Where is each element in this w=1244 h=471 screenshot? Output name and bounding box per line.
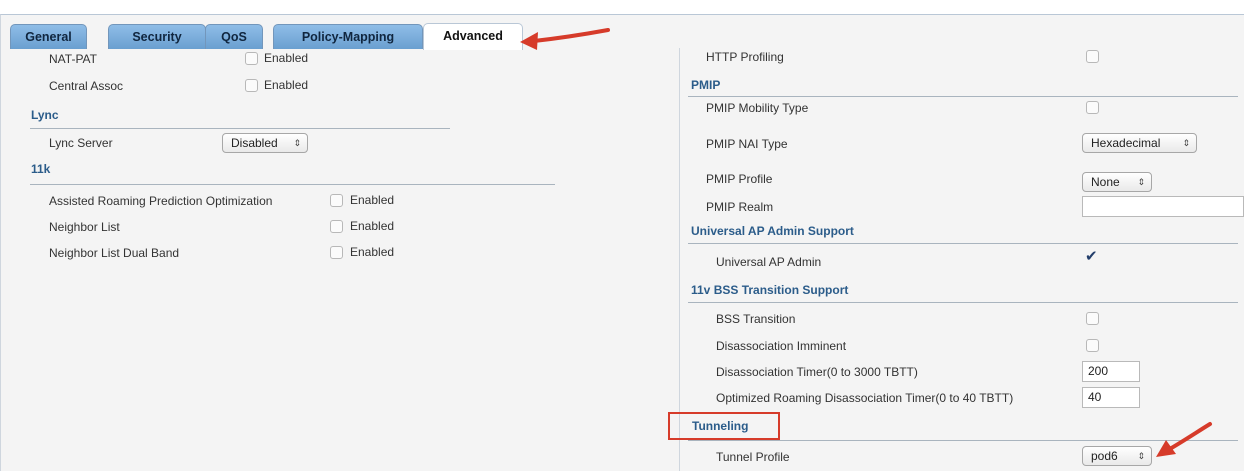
disassociation-timer-input[interactable]: 200 — [1082, 361, 1140, 382]
updown-arrow-icon: ⇕ — [1182, 138, 1190, 148]
nat-pat-label: NAT-PAT — [49, 52, 97, 66]
bss-transition-checkbox[interactable] — [1086, 312, 1099, 325]
lync-server-value: Disabled — [231, 136, 278, 150]
neighbor-list-dual-band-label: Neighbor List Dual Band — [49, 246, 180, 260]
central-assoc-checkbox[interactable] — [245, 79, 258, 92]
pmip-nai-type-label: PMIP NAI Type — [706, 137, 788, 151]
nat-pat-checkbox[interactable] — [245, 52, 258, 65]
optimized-roaming-timer-label: Optimized Roaming Disassociation Timer(0… — [716, 391, 1014, 405]
tab-policy-mapping[interactable]: Policy-Mapping — [273, 24, 423, 49]
divider — [688, 302, 1238, 303]
http-profiling-label: HTTP Profiling — [706, 50, 784, 64]
pmip-profile-select[interactable]: None ⇕ — [1082, 172, 1152, 192]
assisted-roaming-checkbox[interactable] — [330, 194, 343, 207]
http-profiling-checkbox[interactable] — [1086, 50, 1099, 63]
section-lync: Lync — [31, 108, 59, 122]
divider — [688, 243, 1238, 244]
tunnel-profile-label: Tunnel Profile — [716, 450, 790, 464]
tunnel-profile-value: pod6 — [1091, 449, 1118, 463]
pmip-profile-label: PMIP Profile — [706, 172, 773, 186]
section-universal-ap-admin: Universal AP Admin Support — [691, 224, 854, 238]
disassociation-timer-label: Disassociation Timer(0 to 3000 TBTT) — [716, 365, 918, 379]
tab-general[interactable]: General — [10, 24, 87, 49]
nat-pat-value: Enabled — [264, 51, 309, 65]
tab-qos[interactable]: QoS — [205, 24, 263, 49]
neighbor-list-value: Enabled — [350, 219, 395, 233]
neighbor-list-checkbox[interactable] — [330, 220, 343, 233]
red-arrow-icon — [1156, 422, 1212, 457]
updown-arrow-icon: ⇕ — [1137, 451, 1145, 461]
pmip-nai-type-select[interactable]: Hexadecimal ⇕ — [1082, 133, 1197, 153]
pmip-realm-label: PMIP Realm — [706, 200, 774, 214]
section-tunneling: Tunneling — [692, 419, 749, 433]
updown-arrow-icon: ⇕ — [293, 138, 301, 148]
assisted-roaming-label: Assisted Roaming Prediction Optimization — [49, 194, 273, 208]
tab-security[interactable]: Security — [108, 24, 206, 49]
pmip-mobility-type-label: PMIP Mobility Type — [706, 101, 809, 115]
updown-arrow-icon: ⇕ — [1137, 177, 1145, 187]
assisted-roaming-value: Enabled — [350, 193, 395, 207]
pmip-realm-input[interactable] — [1082, 196, 1244, 217]
lync-server-select[interactable]: Disabled ⇕ — [222, 133, 308, 153]
tab-advanced[interactable]: Advanced — [423, 23, 523, 50]
bss-transition-label: BSS Transition — [716, 312, 796, 326]
section-11v-bss: 11v BSS Transition Support — [691, 283, 849, 297]
neighbor-list-dual-band-value: Enabled — [350, 245, 395, 259]
divider — [30, 128, 450, 129]
lync-server-label: Lync Server — [49, 136, 113, 150]
section-pmip: PMIP — [691, 78, 721, 92]
pmip-nai-type-value: Hexadecimal — [1091, 136, 1161, 150]
neighbor-list-dual-band-checkbox[interactable] — [330, 246, 343, 259]
central-assoc-label: Central Assoc — [49, 79, 124, 93]
divider — [688, 96, 1238, 97]
pmip-mobility-type-checkbox[interactable] — [1086, 101, 1099, 114]
neighbor-list-label: Neighbor List — [49, 220, 120, 234]
universal-ap-admin-label: Universal AP Admin — [716, 255, 822, 269]
universal-ap-admin-checkbox[interactable]: ✔ — [1085, 247, 1098, 265]
pmip-profile-value: None — [1091, 175, 1120, 189]
central-assoc-value: Enabled — [264, 78, 309, 92]
optimized-roaming-timer-input[interactable]: 40 — [1082, 387, 1140, 408]
divider — [30, 184, 555, 185]
red-arrow-icon — [520, 28, 610, 50]
disassociation-imminent-checkbox[interactable] — [1086, 339, 1099, 352]
tunnel-profile-select[interactable]: pod6 ⇕ — [1082, 446, 1152, 466]
section-11k: 11k — [31, 162, 51, 176]
column-divider — [679, 48, 680, 471]
disassociation-imminent-label: Disassociation Imminent — [716, 339, 847, 353]
